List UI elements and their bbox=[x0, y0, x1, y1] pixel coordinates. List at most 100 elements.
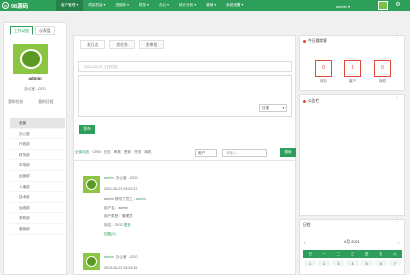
stat-customer-value[interactable]: 1 bbox=[344, 60, 361, 77]
filter-signin[interactable]: 签到 bbox=[124, 150, 131, 155]
stat-todo-label: 待办 bbox=[320, 79, 327, 83]
publish-button[interactable]: 发布 bbox=[79, 125, 95, 134]
department-item[interactable]: 财务部 bbox=[10, 150, 65, 161]
main-nav: 客户管理 ▾ 项目机会 ▾ 进销存 ▾ 财务 ▾ 办公 ▾ 统计分析 ▾ 营销 … bbox=[56, 0, 248, 11]
notice-board-title: 公告栏 bbox=[308, 99, 320, 103]
today-tracking-header: 今日跟踪客 bbox=[303, 39, 327, 44]
app-logo[interactable]: 98 98源码 bbox=[2, 1, 35, 10]
feed-role: 办公室 - CEO bbox=[115, 176, 138, 180]
notice-board-header: 公告栏 bbox=[303, 99, 319, 104]
calendar-day[interactable]: 1 bbox=[303, 259, 318, 267]
filter-log[interactable]: 日志 bbox=[104, 150, 111, 155]
feed-filter-tabs: 全部动态 CRM 日志 审批 签到 任务 商机 bbox=[75, 150, 152, 155]
collapse-icon[interactable]: ˆ bbox=[396, 97, 398, 103]
feed-user-line: admin 办公室 - CEO bbox=[104, 255, 138, 260]
nav-item-settings[interactable]: 系统设置 ▾ bbox=[221, 0, 248, 11]
profile-avatar[interactable] bbox=[13, 44, 48, 74]
feed-detail: 用户名：admin bbox=[104, 206, 129, 210]
tab-work-feed[interactable]: 工作动态 bbox=[10, 26, 34, 35]
calendar-month: 6月 2021 bbox=[344, 240, 360, 244]
filter-opportunity[interactable]: 商机 bbox=[144, 150, 151, 155]
calendar-day[interactable]: 3 bbox=[331, 259, 346, 267]
calendar-day[interactable]: 5 bbox=[359, 259, 374, 267]
nav-item-inventory[interactable]: 进销存 ▾ bbox=[110, 0, 134, 11]
profile-role: 办公室 - CEO bbox=[24, 87, 46, 91]
feed-more-link[interactable]: 更多 bbox=[124, 223, 131, 227]
chevron-down-icon: ▼ bbox=[282, 106, 285, 110]
tab-write-log[interactable]: 发日志 bbox=[80, 40, 106, 49]
filter-approval[interactable]: 审批 bbox=[114, 150, 121, 155]
feed-reply-link[interactable]: 回复(0) bbox=[104, 232, 116, 237]
nav-item-statistics[interactable]: 统计分析 ▾ bbox=[174, 0, 201, 11]
feed-detail-position: 岗位：CEO bbox=[104, 223, 123, 227]
weekday: 五 bbox=[379, 252, 383, 256]
department-item[interactable]: 运营部 bbox=[10, 171, 65, 182]
department-item[interactable]: 营销部 bbox=[10, 224, 65, 235]
filter-crm[interactable]: CRM bbox=[92, 150, 100, 155]
feed-search-input[interactable]: 请输入... bbox=[222, 149, 267, 157]
department-item[interactable]: 市场部 bbox=[10, 160, 65, 171]
department-list: 全部 办公室 行政部 财务部 市场部 运营部 人事部 技术部 运维部 采购部 营… bbox=[10, 118, 65, 235]
feed-username[interactable]: admin bbox=[104, 255, 114, 259]
collapse-icon[interactable]: ˆ bbox=[396, 37, 398, 43]
calendar-title: 日程 bbox=[303, 223, 311, 227]
notice-board-panel bbox=[299, 94, 405, 216]
filter-all[interactable]: 全部动态 bbox=[75, 150, 89, 155]
log-type-select[interactable]: 日报 ▼ bbox=[259, 104, 287, 112]
department-item[interactable]: 技术部 bbox=[10, 192, 65, 203]
stat-todo-value[interactable]: 0 bbox=[315, 60, 332, 77]
feed-reply-label[interactable]: 回复(0) bbox=[104, 232, 116, 236]
nav-item-office[interactable]: 办公 ▾ bbox=[154, 0, 174, 11]
feed-avatar[interactable] bbox=[83, 253, 100, 270]
weekday: 三 bbox=[350, 252, 355, 256]
feed-action: admin 修改了员工 - admin bbox=[104, 197, 146, 201]
user-menu-name[interactable]: admin ▾ bbox=[336, 4, 350, 9]
search-button[interactable]: 搜索 bbox=[280, 148, 296, 157]
gear-icon[interactable]: ⚙ bbox=[394, 1, 402, 10]
my-schedule-link[interactable]: 我的日程 bbox=[38, 100, 53, 105]
calendar-header: 日程 bbox=[303, 223, 311, 228]
calendar-day[interactable]: 2 bbox=[317, 259, 332, 267]
filter-task[interactable]: 任务 bbox=[134, 150, 141, 155]
calendar-day[interactable]: 6 bbox=[373, 259, 388, 267]
stat-customer-label: 客户 bbox=[349, 79, 356, 83]
calendar-weekdays: 日 一 二 三 四 五 六 bbox=[303, 250, 402, 258]
calendar-day[interactable]: 7 bbox=[387, 259, 402, 267]
my-tasks-link[interactable]: 我的任务 bbox=[8, 100, 23, 105]
user-avatar[interactable] bbox=[378, 1, 388, 10]
weekday: 四 bbox=[364, 252, 369, 256]
feed-role: 办公室 - CEO bbox=[115, 255, 138, 259]
profile-links: 我的任务 我的日程 bbox=[8, 100, 53, 105]
nav-item-projects[interactable]: 项目机会 ▾ bbox=[83, 0, 110, 11]
stat-opportunity-value[interactable]: 0 bbox=[374, 60, 391, 77]
calendar-day[interactable]: 4 bbox=[345, 259, 360, 267]
profile-username: admin bbox=[28, 76, 42, 81]
clock-icon bbox=[303, 40, 306, 43]
tab-dashboard[interactable]: 仪表盘 bbox=[35, 26, 55, 35]
nav-item-customers[interactable]: 客户管理 ▾ bbox=[56, 0, 84, 11]
feed-user-select[interactable]: 用户 bbox=[195, 149, 217, 157]
feed-detail: 用户类型：管理员 bbox=[104, 214, 133, 218]
collapse-icon[interactable]: ˆ bbox=[396, 221, 398, 227]
feed-username[interactable]: admin bbox=[104, 176, 114, 180]
user-menu[interactable]: admin ▾ bbox=[336, 2, 350, 10]
feed-action-target[interactable]: admin bbox=[136, 197, 146, 201]
log-title-input[interactable]: 2021-06-25 工作日志 bbox=[78, 61, 292, 72]
feed-avatar[interactable] bbox=[83, 176, 100, 193]
department-item[interactable]: 采购部 bbox=[10, 213, 65, 224]
feed-time: 2021-06-21 09:51:57 bbox=[104, 187, 138, 191]
post-tabs: 发日志 发任务 发审批 bbox=[80, 40, 165, 49]
calendar-days: 1 2 3 4 5 6 7 bbox=[303, 259, 402, 267]
stat-opportunity-label: 商机 bbox=[379, 79, 386, 83]
department-item[interactable]: 人事部 bbox=[10, 182, 65, 193]
department-item-all[interactable]: 全部 bbox=[10, 118, 65, 129]
department-item[interactable]: 运维部 bbox=[10, 203, 65, 214]
tab-assign-task[interactable]: 发任务 bbox=[109, 40, 135, 49]
nav-item-finance[interactable]: 财务 ▾ bbox=[134, 0, 154, 11]
department-item[interactable]: 行政部 bbox=[10, 139, 65, 150]
tab-submit-approval[interactable]: 发审批 bbox=[138, 40, 165, 49]
nav-item-marketing[interactable]: 营销 ▾ bbox=[201, 0, 221, 11]
weekday: 二 bbox=[336, 252, 341, 256]
feed-action-text: admin 修改了员工 bbox=[104, 197, 133, 201]
department-item[interactable]: 办公室 bbox=[10, 129, 65, 140]
